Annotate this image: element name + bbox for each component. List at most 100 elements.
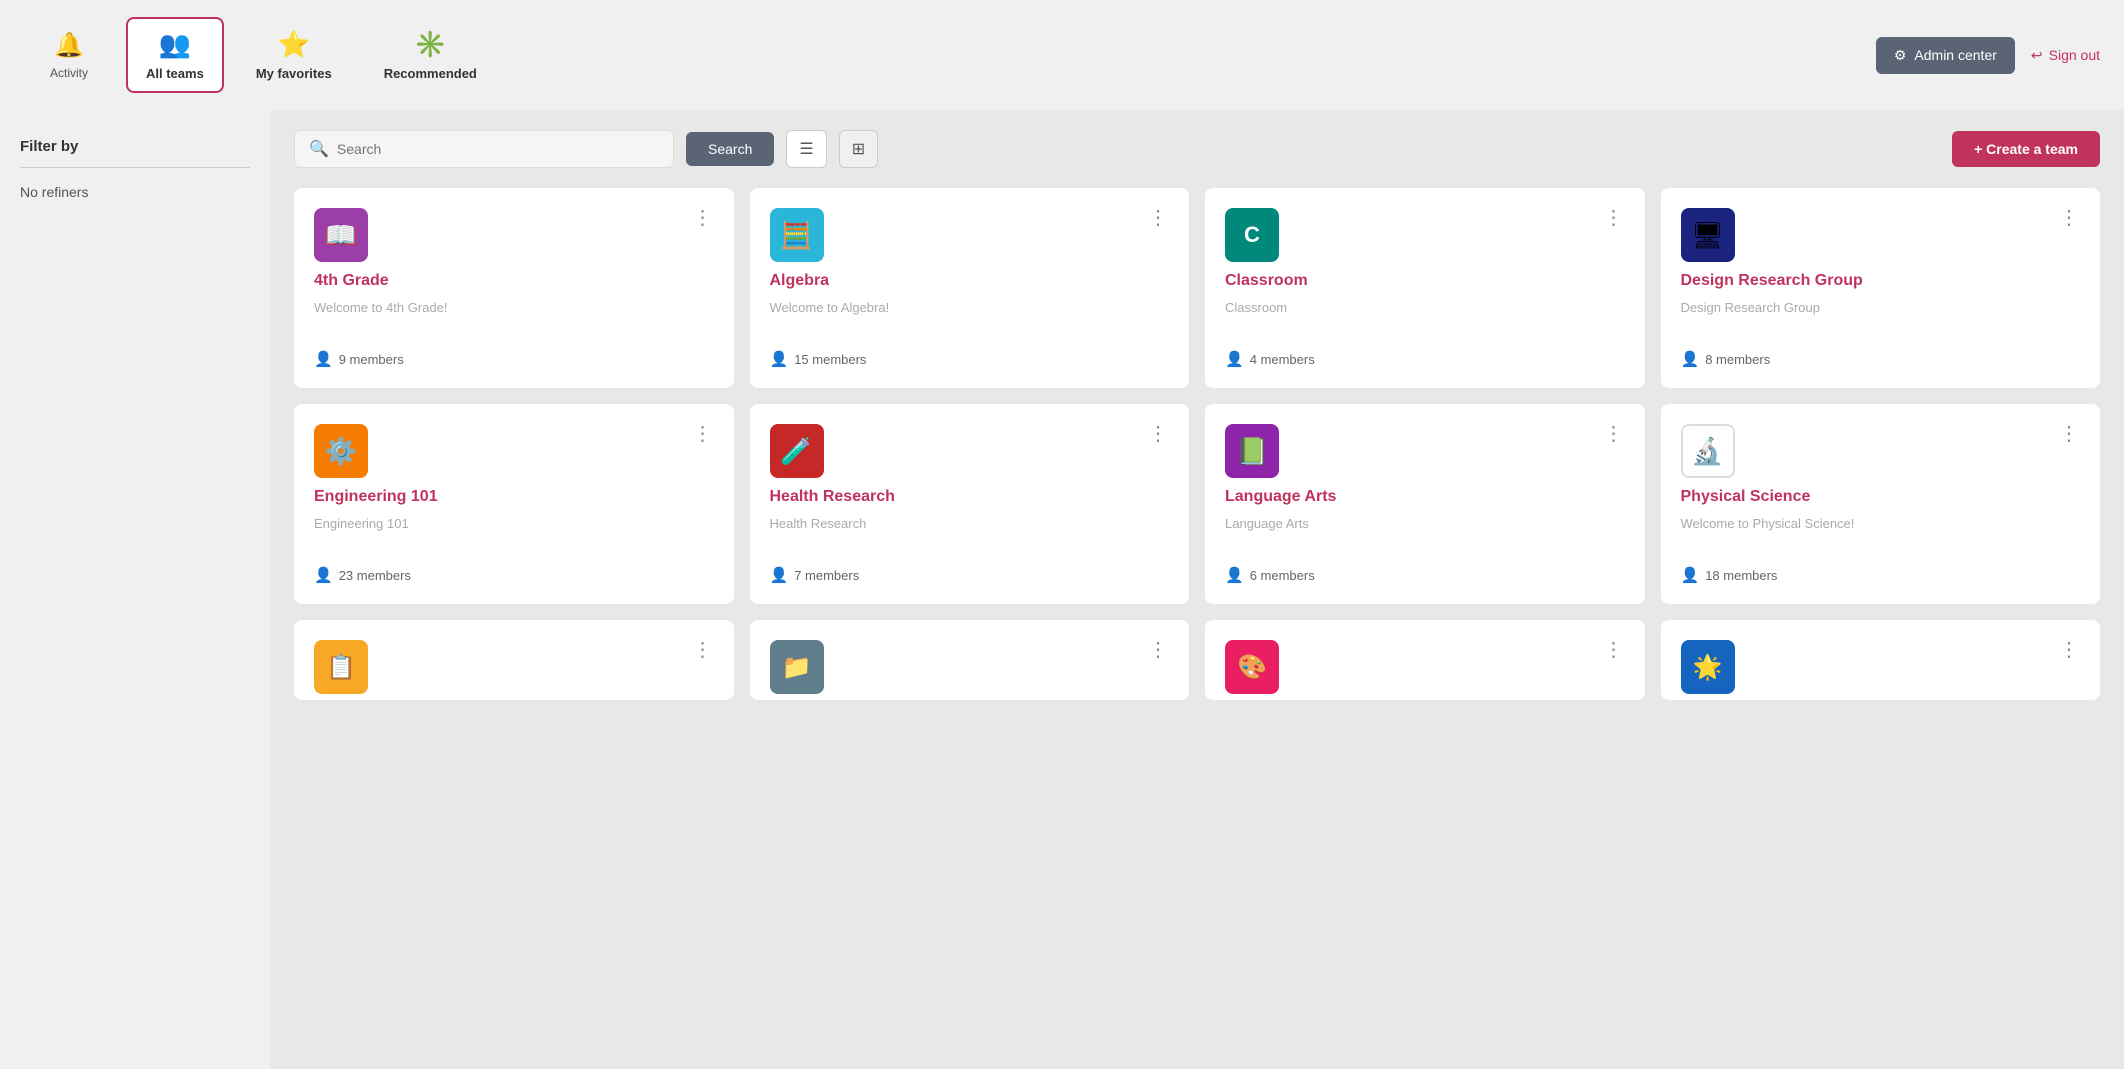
card-menu-button[interactable]: ⋮ — [2059, 424, 2080, 444]
card-description: Engineering 101 — [314, 516, 714, 548]
card-description: Welcome to 4th Grade! — [314, 300, 714, 332]
card-icon-emoji-partial: 🎨 — [1237, 653, 1267, 682]
search-button[interactable]: Search — [686, 132, 774, 166]
card-icon-emoji: ⚙️ — [325, 436, 357, 467]
main-layout: Filter by No refiners 🔍 Search ☰ ⊞ + Cre… — [0, 110, 2124, 1069]
teams-icon: 👥 — [159, 29, 191, 60]
card-icon: 📗 — [1225, 424, 1279, 478]
create-team-button[interactable]: + Create a team — [1952, 131, 2100, 167]
card-header: 🧮 ⋮ — [770, 208, 1170, 262]
card-menu-button[interactable]: ⋮ — [1604, 208, 1625, 228]
search-icon: 🔍 — [309, 139, 329, 159]
card-header-partial: 📁 ⋮ — [770, 640, 1170, 694]
card-icon-emoji-partial: 🌟 — [1693, 653, 1723, 682]
card-name[interactable]: Classroom — [1225, 272, 1625, 290]
card-name[interactable]: Engineering 101 — [314, 488, 714, 506]
card-header: C ⋮ — [1225, 208, 1625, 262]
card-menu-button[interactable]: ⋮ — [1148, 208, 1169, 228]
members-icon: 👤 — [314, 350, 333, 368]
card-name[interactable]: Health Research — [770, 488, 1170, 506]
card-name[interactable]: 4th Grade — [314, 272, 714, 290]
card-menu-button[interactable]: ⋮ — [693, 424, 714, 444]
card-members: 👤 23 members — [314, 566, 714, 584]
star-icon: ⭐ — [278, 29, 310, 60]
nav-my-favorites[interactable]: ⭐ My favorites — [236, 17, 352, 93]
members-icon: 👤 — [1681, 350, 1700, 368]
card-description: Language Arts — [1225, 516, 1625, 548]
card-members: 👤 7 members — [770, 566, 1170, 584]
grid-view-button[interactable]: ⊞ — [839, 130, 878, 168]
members-icon: 👤 — [1225, 566, 1244, 584]
teams-grid: 📖 ⋮ 4th Grade Welcome to 4th Grade! 👤 9 … — [294, 188, 2100, 700]
nav-activity[interactable]: 🔔 Activity — [24, 19, 114, 92]
card-icon-emoji-partial: 📋 — [326, 653, 356, 682]
card-description: Health Research — [770, 516, 1170, 548]
team-card-4th-grade: 📖 ⋮ 4th Grade Welcome to 4th Grade! 👤 9 … — [294, 188, 734, 388]
card-header: 📗 ⋮ — [1225, 424, 1625, 478]
card-name[interactable]: Physical Science — [1681, 488, 2081, 506]
card-icon: ⚙️ — [314, 424, 368, 478]
team-card-bottom-1: 📁 ⋮ — [750, 620, 1190, 700]
members-count: 18 members — [1705, 568, 1777, 583]
card-header: 📖 ⋮ — [314, 208, 714, 262]
card-menu-button-partial[interactable]: ⋮ — [693, 640, 714, 660]
admin-center-button[interactable]: ⚙ Admin center — [1876, 37, 2015, 74]
top-nav: 🔔 Activity 👥 All teams ⭐ My favorites ✳️… — [0, 0, 2124, 110]
card-members: 👤 15 members — [770, 350, 1170, 368]
card-icon-partial: 📋 — [314, 640, 368, 694]
card-members: 👤 18 members — [1681, 566, 2081, 584]
members-icon: 👤 — [770, 350, 789, 368]
card-name[interactable]: Design Research Group — [1681, 272, 2081, 290]
card-menu-button[interactable]: ⋮ — [1604, 424, 1625, 444]
team-card-bottom-2: 🎨 ⋮ — [1205, 620, 1645, 700]
card-name[interactable]: Algebra — [770, 272, 1170, 290]
members-icon: 👤 — [1681, 566, 1700, 584]
card-icon: 📖 — [314, 208, 368, 262]
sign-out-button[interactable]: ↩ Sign out — [2031, 47, 2100, 64]
card-icon-partial: 🌟 — [1681, 640, 1735, 694]
members-count: 4 members — [1250, 352, 1315, 367]
toolbar: 🔍 Search ☰ ⊞ + Create a team — [294, 130, 2100, 168]
members-icon: 👤 — [770, 566, 789, 584]
content-area: 🔍 Search ☰ ⊞ + Create a team 📖 ⋮ 4th Gra… — [270, 110, 2124, 1069]
sidebar-divider — [20, 167, 250, 168]
card-header: 🖥 ⋮ — [1681, 208, 2081, 262]
card-icon-partial: 🎨 — [1225, 640, 1279, 694]
card-description: Design Research Group — [1681, 300, 2081, 332]
nav-all-teams[interactable]: 👥 All teams — [126, 17, 224, 93]
filter-by-title: Filter by — [20, 138, 250, 155]
card-menu-button-partial[interactable]: ⋮ — [1148, 640, 1169, 660]
card-description: Welcome to Algebra! — [770, 300, 1170, 332]
recommended-label: Recommended — [384, 66, 477, 81]
card-icon-emoji: 📗 — [1236, 436, 1268, 467]
card-header-partial: 📋 ⋮ — [314, 640, 714, 694]
card-menu-button-partial[interactable]: ⋮ — [2059, 640, 2080, 660]
members-icon: 👤 — [1225, 350, 1244, 368]
card-name[interactable]: Language Arts — [1225, 488, 1625, 506]
card-members: 👤 4 members — [1225, 350, 1625, 368]
members-count: 7 members — [794, 568, 859, 583]
team-card-engineering-101: ⚙️ ⋮ Engineering 101 Engineering 101 👤 2… — [294, 404, 734, 604]
card-icon: 🧮 — [770, 208, 824, 262]
card-description: Classroom — [1225, 300, 1625, 332]
team-card-health-research: 🧪 ⋮ Health Research Health Research 👤 7 … — [750, 404, 1190, 604]
card-members: 👤 6 members — [1225, 566, 1625, 584]
card-members: 👤 9 members — [314, 350, 714, 368]
card-menu-button[interactable]: ⋮ — [1148, 424, 1169, 444]
team-card-language-arts: 📗 ⋮ Language Arts Language Arts 👤 6 memb… — [1205, 404, 1645, 604]
card-menu-button-partial[interactable]: ⋮ — [1604, 640, 1625, 660]
members-count: 23 members — [339, 568, 411, 583]
bell-icon: 🔔 — [54, 31, 84, 60]
recommended-icon: ✳️ — [414, 29, 446, 60]
nav-recommended[interactable]: ✳️ Recommended — [364, 17, 497, 93]
card-icon-letter: C — [1244, 222, 1260, 248]
card-icon: 🔬 — [1681, 424, 1735, 478]
team-card-physical-science: 🔬 ⋮ Physical Science Welcome to Physical… — [1661, 404, 2101, 604]
card-menu-button[interactable]: ⋮ — [693, 208, 714, 228]
card-icon: C — [1225, 208, 1279, 262]
my-favorites-label: My favorites — [256, 66, 332, 81]
list-view-button[interactable]: ☰ — [786, 130, 826, 168]
search-input[interactable] — [337, 141, 659, 157]
card-menu-button[interactable]: ⋮ — [2059, 208, 2080, 228]
activity-label: Activity — [50, 66, 88, 80]
